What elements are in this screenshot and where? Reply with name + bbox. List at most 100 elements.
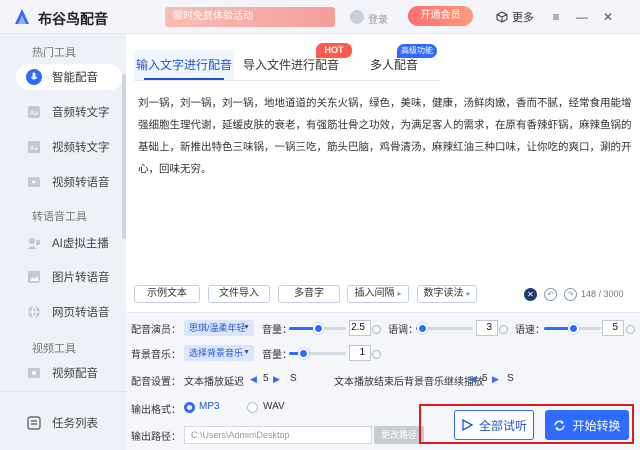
bgm-volume-value[interactable]: 1 — [349, 345, 371, 361]
sidebar-item-task-list[interactable]: 任务列表 — [16, 410, 122, 436]
redo-icon[interactable]: ↷ — [564, 288, 577, 301]
sidebar-item-ai-host[interactable]: AI虚拟主播 — [16, 230, 122, 256]
bgm-value: 选择背景音乐 — [189, 348, 244, 358]
sidebar-item-smart-dub[interactable]: 智能配音 — [16, 64, 122, 90]
polyphone-label: 多音字 — [294, 288, 324, 299]
sidebar: 热门工具 智能配音 Aa 音频转文字 Aa 视频转文字 视频转语音 转语音工具 … — [0, 34, 126, 450]
tab-divider — [134, 80, 440, 81]
number-reading-label: 数字读法 — [423, 288, 464, 299]
reset-pitch-icon[interactable] — [499, 325, 508, 334]
speed-slider[interactable] — [544, 323, 601, 334]
svg-text:Aa: Aa — [30, 110, 38, 117]
text-delay-label: 文本播放延迟 — [184, 377, 244, 388]
bgm-volume-slider-knob[interactable] — [298, 348, 310, 359]
reset-bgm-volume-icon[interactable] — [372, 350, 381, 359]
speed-slider-knob[interactable] — [567, 323, 579, 334]
increase-delay-icon[interactable]: ▶ — [273, 374, 280, 385]
sidebar-item-webpage-to-audio[interactable]: 网页转语音 — [16, 299, 122, 325]
sidebar-divider — [0, 391, 126, 392]
tab-text-dub[interactable]: 输入文字进行配音 — [134, 50, 234, 80]
sidebar-section-title: 热门工具 — [32, 47, 76, 59]
sidebar-item-audio-to-text[interactable]: Aa 音频转文字 — [16, 99, 122, 125]
app-logo-icon — [15, 9, 29, 24]
promo-banner[interactable]: 限时免费体验活动 — [165, 7, 335, 27]
bgm-continue-value: 5 — [482, 373, 488, 384]
more-label: 更多 — [512, 12, 534, 24]
voice-select[interactable]: 思琪/温柔年轻 ▼ — [184, 320, 254, 336]
tab-bar: 输入文字进行配音 导入文件进行配音 多人配音 — [134, 50, 440, 80]
output-path-input[interactable]: C:\Users\Admin\Desktop — [184, 426, 372, 444]
pitch-value[interactable]: 3 — [476, 320, 498, 336]
sidebar-item-label: 网页转语音 — [52, 307, 110, 319]
insert-pause-label: 插入间隔 — [354, 288, 395, 299]
image-to-audio-icon — [26, 269, 42, 285]
minimize-icon[interactable]: — — [574, 9, 590, 25]
sidebar-item-label: 视频转语音 — [52, 177, 110, 189]
sidebar-item-label: AI虚拟主播 — [52, 238, 109, 250]
change-path-button[interactable]: 更改路径 — [374, 426, 424, 444]
vip-button[interactable]: 开通会员 — [408, 6, 473, 26]
sample-text-button[interactable]: 示例文本 — [134, 285, 200, 303]
char-count: 148 / 3000 — [581, 289, 624, 299]
format-label: 输出格式： — [131, 405, 181, 416]
avatar[interactable] — [350, 10, 364, 24]
reset-speed-icon[interactable] — [626, 325, 635, 334]
bgm-continue-label: 文本播放结束后背景音乐继续播放 — [334, 377, 484, 388]
sidebar-item-video-to-audio[interactable]: 视频转语音 — [16, 169, 122, 195]
pitch-label: 语调： — [388, 325, 418, 336]
menu-icon[interactable]: ≡ — [548, 9, 564, 25]
sidebar-section-title: 转语音工具 — [32, 211, 87, 223]
sidebar-item-label: 视频转文字 — [52, 142, 110, 154]
chevron-right-icon: ▸ — [466, 289, 471, 298]
reset-volume-icon[interactable] — [372, 325, 381, 334]
pitch-slider-knob[interactable] — [416, 323, 428, 334]
speed-value[interactable]: 5 — [602, 320, 624, 336]
volume-slider-knob[interactable] — [312, 323, 324, 334]
sidebar-item-label: 音频转文字 — [52, 107, 110, 119]
sidebar-item-video-dub[interactable]: 视频配音 — [16, 360, 122, 386]
volume-value[interactable]: 2.5 — [349, 320, 371, 336]
text-input-area[interactable]: 刘一锅，刘一锅，刘一锅，地地道道的关东火锅，绿色，美味，健康，汤鲜肉嫩，香而不腻… — [138, 92, 634, 282]
preview-all-label: 全部试听 — [478, 418, 527, 433]
more-button[interactable]: 更多 — [496, 9, 534, 25]
format-wav-label: WAV — [263, 401, 285, 412]
text-delay-unit: S — [290, 373, 297, 384]
decrease-bgm-continue-icon[interactable]: ◀ — [469, 374, 476, 385]
sidebar-item-image-to-audio[interactable]: 图片转语音 — [16, 264, 122, 290]
clear-icon[interactable]: ✕ — [524, 288, 537, 301]
video-to-audio-icon — [26, 174, 42, 190]
cube-icon — [496, 11, 508, 23]
undo-icon[interactable]: ↶ — [544, 288, 557, 301]
speed-label: 语速： — [515, 325, 545, 336]
login-link[interactable]: 登录 — [368, 11, 388, 26]
increase-bgm-continue-icon[interactable]: ▶ — [492, 374, 499, 385]
format-mp3-radio[interactable] — [184, 402, 195, 413]
sidebar-item-label: 视频配音 — [52, 368, 98, 380]
close-icon[interactable]: ✕ — [600, 9, 616, 25]
webpage-to-audio-icon — [26, 304, 42, 320]
pitch-slider[interactable] — [416, 323, 473, 334]
microphone-icon — [26, 69, 42, 85]
import-file-button[interactable]: 文件导入 — [208, 285, 270, 303]
start-convert-button[interactable]: 开始转换 — [545, 410, 629, 440]
title-bar: 布谷鸟配音 限时免费体验活动 登录 开通会员 更多 ≡ — ✕ — [0, 0, 640, 34]
video-dub-icon — [26, 365, 42, 381]
preview-all-button[interactable]: 全部试听 — [454, 410, 534, 440]
insert-pause-button[interactable]: 插入间隔 ▸ — [347, 285, 409, 303]
number-reading-button[interactable]: 数字读法 ▸ — [417, 285, 477, 303]
volume-slider[interactable] — [289, 323, 346, 334]
sample-text-label: 示例文本 — [147, 288, 187, 299]
bgm-select[interactable]: 选择背景音乐 ▼ — [184, 345, 254, 361]
import-file-label: 文件导入 — [219, 288, 259, 299]
bgm-volume-slider[interactable] — [289, 348, 346, 359]
app-title: 布谷鸟配音 — [38, 11, 108, 27]
task-list-icon — [26, 415, 42, 431]
polyphone-button[interactable]: 多音字 — [278, 285, 340, 303]
sidebar-item-video-to-text[interactable]: Aa 视频转文字 — [16, 134, 122, 160]
audio-to-text-icon: Aa — [26, 104, 42, 120]
bgm-volume-label: 音量： — [262, 350, 292, 361]
format-wav-radio[interactable] — [247, 402, 258, 413]
sidebar-item-label: 智能配音 — [52, 72, 98, 84]
decrease-delay-icon[interactable]: ◀ — [250, 374, 257, 385]
chevron-right-icon: ▸ — [397, 289, 402, 298]
